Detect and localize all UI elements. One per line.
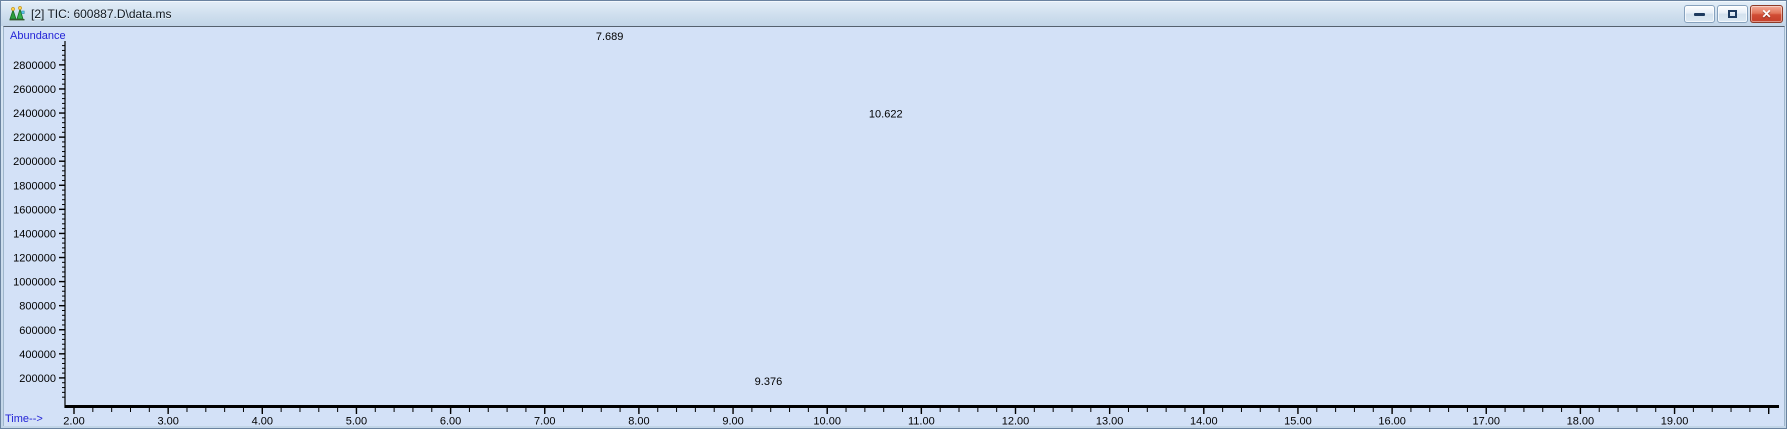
x-tick-label: 16.00: [1378, 416, 1406, 428]
y-tick-label: 1000000: [13, 277, 56, 289]
x-tick-label: 4.00: [252, 416, 273, 428]
tic-chromatogram-chart[interactable]: 2.00 3.00 4.00 5.00 6.00 7.00 8.00 9.00 10.00 11.…: [4, 27, 1786, 427]
x-tick-label: 10.00: [813, 416, 841, 428]
y-tick-label: 200000: [19, 373, 56, 385]
chromatogram-window: [2] TIC: 600887.D\data.ms ✕ Abundance Ti…: [0, 0, 1787, 429]
y-axis-title: Abundance: [10, 30, 66, 42]
x-tick-label: 17.00: [1472, 416, 1500, 428]
close-button[interactable]: ✕: [1750, 5, 1783, 23]
y-tick-label: 800000: [19, 301, 56, 313]
y-tick-label: 2400000: [13, 108, 56, 120]
x-tick-label: 2.00: [63, 416, 84, 428]
tic-signal-trace: [74, 27, 1773, 401]
x-tick-label: 13.00: [1096, 416, 1124, 428]
y-tick-label: 1800000: [13, 180, 56, 192]
title-bar[interactable]: [2] TIC: 600887.D\data.ms ✕: [1, 1, 1786, 26]
y-tick-label: 1200000: [13, 253, 56, 265]
chromatogram-icon: [9, 5, 25, 20]
x-tick-label: 8.00: [628, 416, 649, 428]
x-tick-label: 18.00: [1567, 416, 1595, 428]
x-axis-title: Time-->: [5, 413, 43, 425]
window-controls: ✕: [1684, 5, 1783, 23]
y-tick-label: 600000: [19, 325, 56, 337]
y-tick-label: 2200000: [13, 132, 56, 144]
x-tick-label: 11.00: [908, 416, 935, 428]
y-tick-label: 2000000: [13, 156, 56, 168]
minimize-button[interactable]: [1684, 5, 1715, 23]
x-tick-label: 9.00: [722, 416, 743, 428]
close-icon: ✕: [1761, 7, 1772, 21]
y-tick-label: 1400000: [13, 228, 56, 240]
peak-label: 7.689: [596, 31, 624, 43]
restore-button[interactable]: [1717, 5, 1748, 23]
x-tick-label: 12.00: [1002, 416, 1030, 428]
y-tick-label: 400000: [19, 349, 56, 361]
x-tick-label: 15.00: [1284, 416, 1312, 428]
x-tick-label: 3.00: [157, 416, 178, 428]
restore-icon: [1728, 10, 1737, 18]
peak-label: 10.622: [869, 109, 903, 121]
minimize-icon: [1694, 12, 1705, 16]
peak-label: 9.376: [755, 376, 783, 388]
x-tick-label: 14.00: [1190, 416, 1218, 428]
plot-area[interactable]: Abundance Time--> 2.00 3.00 4.00 5.00 6.00 7.…: [3, 26, 1786, 427]
y-tick-label: 2800000: [13, 60, 56, 72]
y-tick-label: 2600000: [13, 84, 56, 96]
x-tick-label: 6.00: [440, 416, 461, 428]
x-tick-label: 5.00: [346, 416, 367, 428]
window-title: [2] TIC: 600887.D\data.ms: [31, 6, 172, 21]
y-tick-label: 1600000: [13, 204, 56, 216]
x-tick-label: 19.00: [1661, 416, 1689, 428]
x-tick-label: 7.00: [534, 416, 555, 428]
